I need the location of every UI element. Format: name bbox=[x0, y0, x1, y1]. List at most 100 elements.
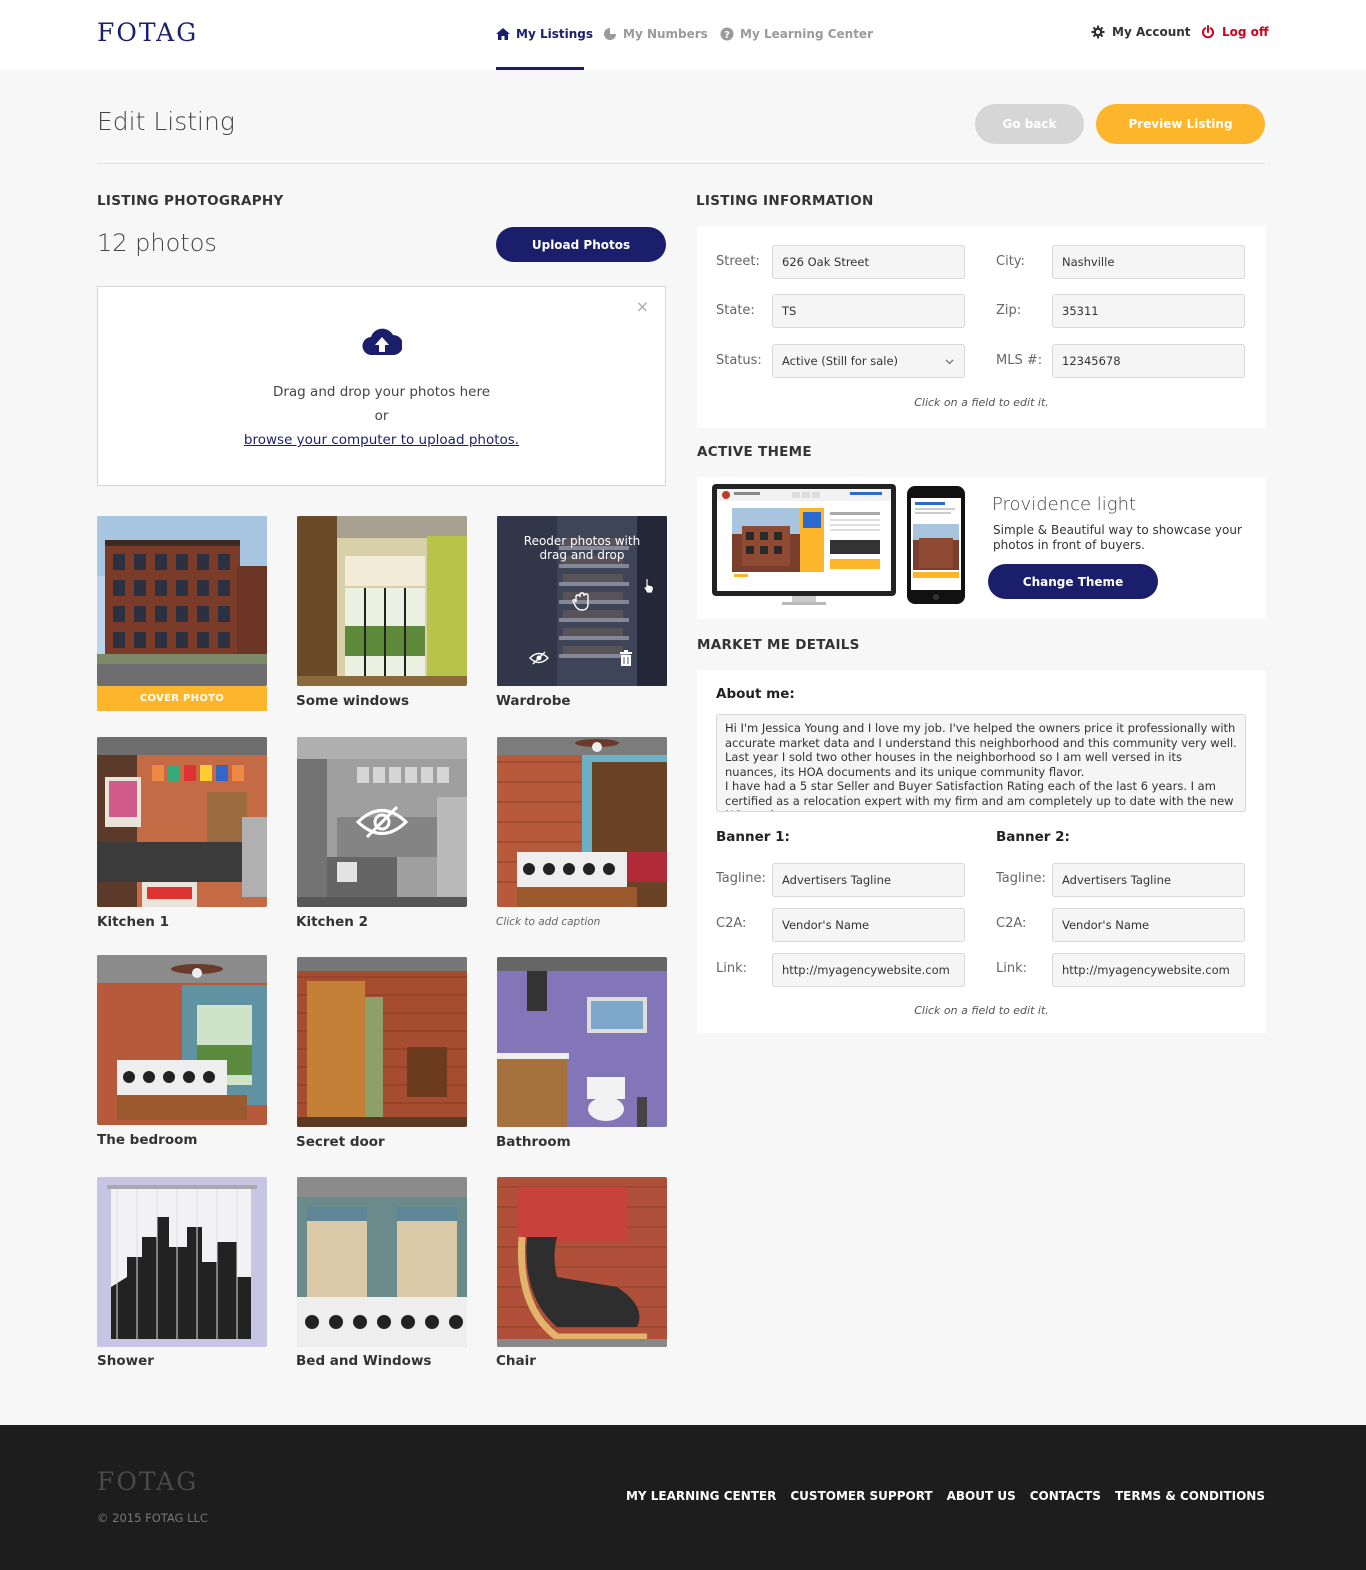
photo-dropzone[interactable]: × Drag and drop your photos here or brow… bbox=[97, 286, 666, 486]
photo-caption[interactable]: Kitchen 2 bbox=[296, 914, 368, 930]
photo-caption[interactable]: Bathroom bbox=[496, 1134, 571, 1150]
city-field[interactable]: Nashville bbox=[1052, 245, 1245, 279]
hide-eye-icon[interactable] bbox=[529, 651, 549, 665]
status-select[interactable]: Active (Still for sale) bbox=[772, 344, 965, 378]
pie-chart-icon bbox=[604, 27, 617, 40]
banner-1-tagline-field[interactable]: Advertisers Tagline bbox=[772, 863, 965, 897]
photo-tile[interactable] bbox=[97, 1177, 267, 1347]
zip-field[interactable]: 35311 bbox=[1052, 294, 1245, 328]
edit-hint: Click on a field to edit it. bbox=[914, 1004, 1049, 1017]
photo-tile[interactable] bbox=[497, 737, 667, 907]
banner-1-link-field[interactable]: http://myagencywebsite.com bbox=[772, 953, 965, 987]
market-me-heading: MARKET ME DETAILS bbox=[697, 637, 860, 653]
cursor-hand-icon bbox=[643, 578, 654, 594]
photo-tile[interactable] bbox=[97, 516, 267, 686]
help-circle-icon: ? bbox=[720, 27, 734, 41]
banner-2-link-label: Link: bbox=[996, 961, 1028, 976]
banner-1-link-label: Link: bbox=[716, 961, 748, 976]
banner-2-tagline-field[interactable]: Advertisers Tagline bbox=[1052, 863, 1245, 897]
market-me-card: About me: Hi I'm Jessica Young and I lov… bbox=[697, 670, 1266, 1033]
photo-tile[interactable] bbox=[97, 955, 267, 1125]
about-me-textarea[interactable]: Hi I'm Jessica Young and I love my job. … bbox=[716, 714, 1246, 812]
photo-tile[interactable] bbox=[497, 1177, 667, 1347]
photo-caption[interactable]: Bed and Windows bbox=[296, 1353, 431, 1369]
photo-thumbnail bbox=[297, 957, 467, 1127]
banner-1-tagline-label: Tagline: bbox=[716, 871, 766, 886]
street-label: Street: bbox=[716, 254, 760, 269]
nav-my-listings[interactable]: My Listings bbox=[496, 27, 593, 41]
photo-tile[interactable] bbox=[297, 1177, 467, 1347]
reorder-hint: Reoder photos with drag and drop bbox=[523, 534, 641, 562]
add-caption-placeholder[interactable]: Click to add caption bbox=[496, 916, 600, 928]
photo-thumbnail bbox=[97, 737, 267, 907]
fotag-logo[interactable]: FOTAG bbox=[97, 18, 198, 47]
theme-description: Simple & Beautiful way to showcase your … bbox=[993, 523, 1242, 552]
log-off-link[interactable]: Log off bbox=[1201, 25, 1269, 39]
photo-tile[interactable] bbox=[297, 957, 467, 1127]
listing-information-heading: LISTING INFORMATION bbox=[696, 193, 874, 209]
photo-caption[interactable]: Some windows bbox=[296, 693, 409, 709]
photo-thumbnail bbox=[497, 737, 667, 907]
footer-logo[interactable]: FOTAG bbox=[97, 1467, 198, 1496]
active-nav-underline bbox=[496, 67, 584, 70]
photo-caption[interactable]: Shower bbox=[97, 1353, 154, 1369]
photo-tile[interactable] bbox=[297, 516, 467, 686]
my-account-label: My Account bbox=[1112, 25, 1191, 39]
home-icon bbox=[496, 28, 510, 40]
photo-caption[interactable]: The bedroom bbox=[97, 1132, 197, 1148]
banner-2-title: Banner 2: bbox=[996, 829, 1070, 845]
cloud-upload-icon bbox=[362, 328, 402, 356]
preview-listing-button[interactable]: Preview Listing bbox=[1096, 104, 1265, 144]
photo-hover-overlay[interactable]: Reoder photos with drag and drop bbox=[497, 516, 667, 686]
active-theme-heading: ACTIVE THEME bbox=[697, 444, 812, 460]
photo-caption[interactable]: Chair bbox=[496, 1353, 536, 1369]
footer: FOTAG © 2015 FOTAG LLC MY LEARNING CENTE… bbox=[0, 1425, 1366, 1570]
banner-1-c2a-field[interactable]: Vendor's Name bbox=[772, 908, 965, 942]
banner-2-link-field[interactable]: http://myagencywebsite.com bbox=[1052, 953, 1245, 987]
photo-thumbnail bbox=[297, 516, 467, 686]
page-title: Edit Listing bbox=[97, 107, 235, 136]
street-field[interactable]: 626 Oak Street bbox=[772, 245, 965, 279]
theme-preview-image bbox=[712, 484, 965, 605]
nav-my-numbers[interactable]: My Numbers bbox=[603, 27, 708, 41]
nav-my-learning-center[interactable]: ? My Learning Center bbox=[720, 27, 873, 41]
copyright-text: © 2015 FOTAG LLC bbox=[97, 1511, 208, 1525]
about-me-label: About me: bbox=[716, 686, 795, 702]
photo-tile[interactable] bbox=[497, 957, 667, 1127]
gear-icon bbox=[1091, 25, 1105, 39]
footer-link-about-us[interactable]: ABOUT US bbox=[947, 1489, 1016, 1503]
status-label: Status: bbox=[716, 353, 762, 368]
footer-link-terms[interactable]: TERMS & CONDITIONS bbox=[1115, 1489, 1265, 1503]
browse-computer-link[interactable]: browse your computer to upload photos. bbox=[98, 432, 665, 448]
go-back-button[interactable]: Go back bbox=[975, 104, 1084, 144]
footer-link-contacts[interactable]: CONTACTS bbox=[1030, 1489, 1101, 1503]
title-divider bbox=[97, 163, 1265, 164]
state-field[interactable]: TS bbox=[772, 294, 965, 328]
city-label: City: bbox=[996, 254, 1025, 269]
nav-label: My Listings bbox=[516, 27, 593, 41]
photo-caption[interactable]: Wardrobe bbox=[496, 693, 571, 709]
photo-thumbnail bbox=[497, 1177, 667, 1347]
hidden-eye-icon[interactable] bbox=[355, 805, 409, 839]
footer-links: MY LEARNING CENTER CUSTOMER SUPPORT ABOU… bbox=[626, 1489, 1265, 1503]
footer-link-learning-center[interactable]: MY LEARNING CENTER bbox=[626, 1489, 776, 1503]
my-account-link[interactable]: My Account bbox=[1091, 25, 1191, 39]
close-icon[interactable]: × bbox=[636, 299, 649, 315]
change-theme-button[interactable]: Change Theme bbox=[988, 564, 1158, 599]
status-value: Active (Still for sale) bbox=[782, 354, 899, 368]
photo-count: 12 photos bbox=[97, 229, 217, 257]
photo-caption[interactable]: Secret door bbox=[296, 1134, 385, 1150]
trash-icon[interactable] bbox=[619, 650, 633, 666]
banner-2-tagline-label: Tagline: bbox=[996, 871, 1046, 886]
banner-2-c2a-field[interactable]: Vendor's Name bbox=[1052, 908, 1245, 942]
mls-field[interactable]: 12345678 bbox=[1052, 344, 1245, 378]
photo-thumbnail bbox=[297, 1177, 467, 1347]
log-off-label: Log off bbox=[1222, 25, 1269, 39]
footer-link-customer-support[interactable]: CUSTOMER SUPPORT bbox=[790, 1489, 932, 1503]
active-theme-card: Providence light Simple & Beautiful way … bbox=[697, 477, 1266, 619]
upload-photos-button[interactable]: Upload Photos bbox=[496, 227, 666, 262]
drag-hand-icon bbox=[572, 592, 589, 611]
dropzone-text: Drag and drop your photos here bbox=[272, 384, 491, 400]
photo-caption[interactable]: Kitchen 1 bbox=[97, 914, 169, 930]
photo-tile[interactable] bbox=[97, 737, 267, 907]
